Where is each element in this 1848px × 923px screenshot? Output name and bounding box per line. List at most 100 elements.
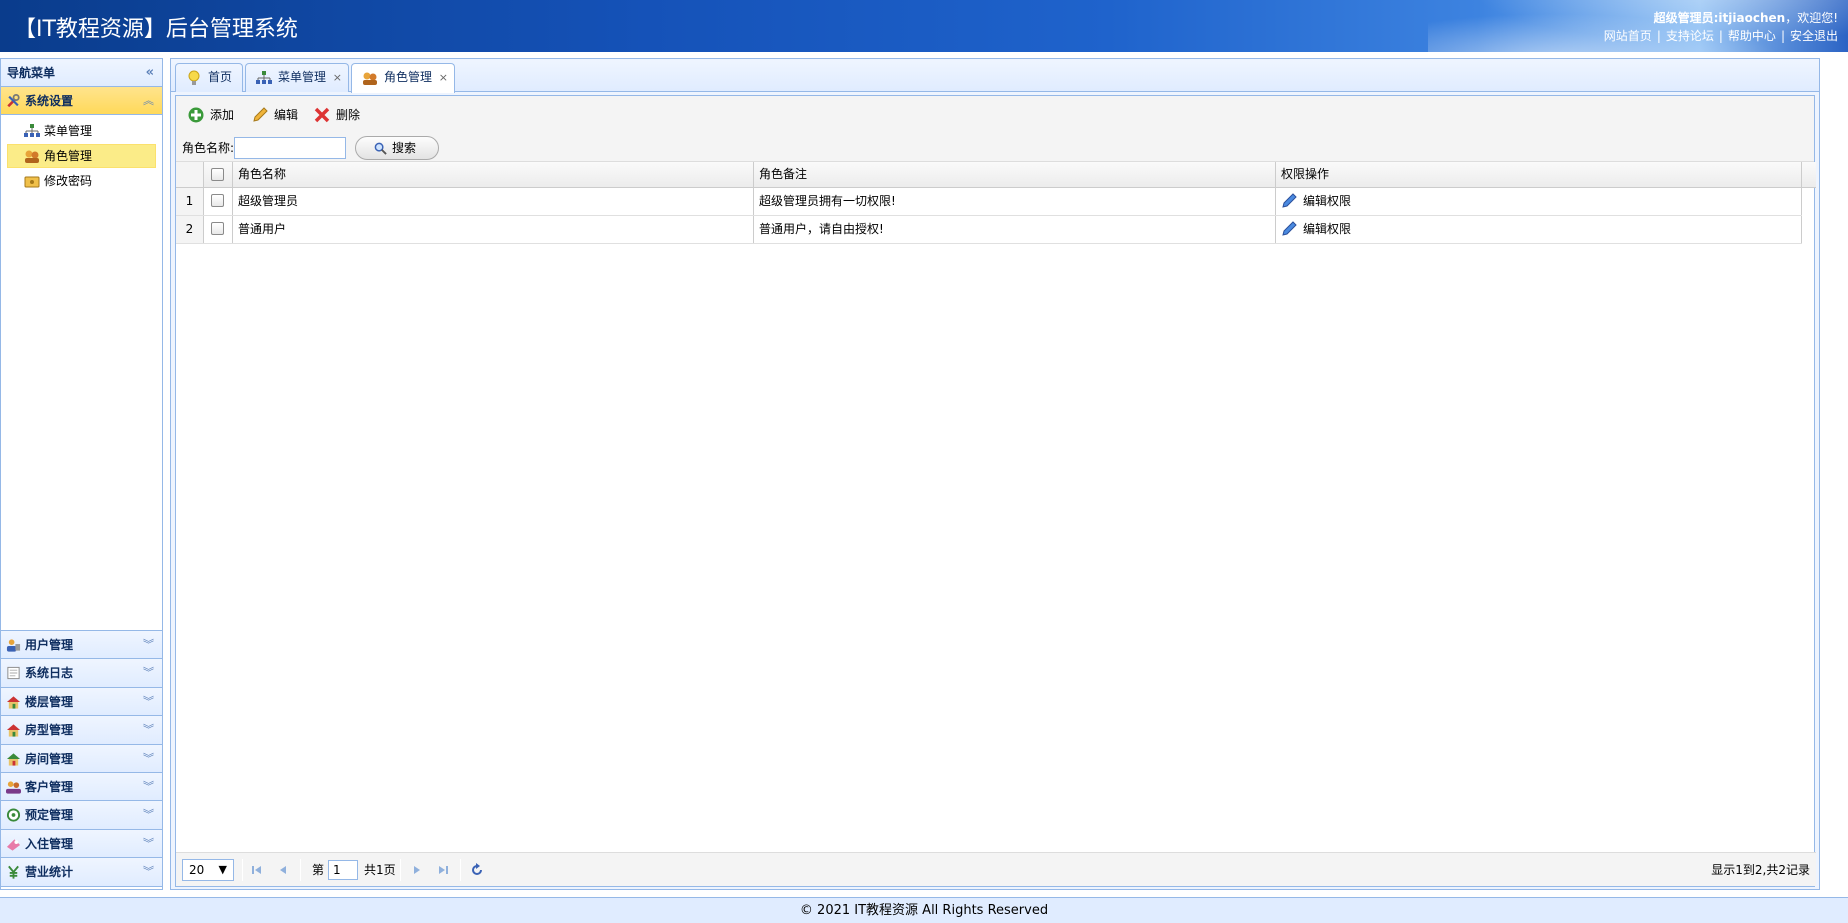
checkin-icon bbox=[6, 839, 21, 851]
tab-role-manage[interactable]: 角色管理 × bbox=[351, 63, 456, 93]
col-role-name[interactable]: 角色名称 bbox=[233, 162, 754, 187]
nav-section-checkin[interactable]: 入住管理 ︾ bbox=[1, 829, 162, 859]
nav-section-room-type[interactable]: 房型管理 ︾ bbox=[1, 716, 162, 745]
bulb-icon bbox=[188, 70, 200, 85]
main-panel: 首页 菜单管理 × 角色管理 × 添加 编辑 删除 角色名称: 搜索 角色名称 … bbox=[170, 58, 1820, 890]
cell-permission: 编辑权限 bbox=[1276, 188, 1802, 215]
cell-role-remark: 超级管理员拥有一切权限! bbox=[754, 188, 1276, 215]
chevron-down-icon: ︾ bbox=[143, 836, 154, 850]
rownum-header bbox=[176, 162, 204, 187]
page-prefix: 第 bbox=[312, 863, 325, 877]
row-checkbox[interactable] bbox=[211, 194, 224, 207]
app-title: 【IT教程资源】后台管理系统 bbox=[14, 17, 298, 42]
select-all-cell bbox=[204, 162, 233, 187]
nav-section-system[interactable]: 系统设置 ︽ bbox=[1, 87, 162, 115]
close-icon[interactable]: × bbox=[333, 64, 342, 91]
search-label: 角色名称: bbox=[182, 141, 235, 155]
delete-button[interactable]: 删除 bbox=[314, 104, 360, 126]
nav-section-room[interactable]: 房间管理 ︾ bbox=[1, 744, 162, 773]
toolbar: 添加 编辑 删除 角色名称: 搜索 bbox=[176, 96, 1814, 162]
house-icon bbox=[6, 696, 21, 709]
nav-section-floor[interactable]: 楼层管理 ︾ bbox=[1, 687, 162, 717]
nav-section-reserve[interactable]: 预定管理 ︾ bbox=[1, 801, 162, 830]
edit-permission-link[interactable]: 编辑权限 bbox=[1281, 221, 1351, 236]
last-page-icon[interactable] bbox=[434, 861, 452, 879]
nav-tree: 菜单管理 角色管理 修改密码 bbox=[1, 115, 162, 631]
col-role-remark[interactable]: 角色备注 bbox=[754, 162, 1276, 187]
tree-item-change-password[interactable]: 修改密码 bbox=[7, 169, 156, 193]
next-page-icon[interactable] bbox=[408, 861, 426, 879]
search-icon bbox=[374, 142, 387, 155]
row-number: 1 bbox=[176, 188, 204, 215]
row-checkbox-cell bbox=[204, 216, 233, 243]
pencil-icon bbox=[253, 107, 268, 122]
chevron-down-icon: ︾ bbox=[143, 865, 154, 879]
cell-permission: 编辑权限 bbox=[1276, 216, 1802, 243]
edit-button[interactable]: 编辑 bbox=[252, 104, 298, 126]
chevron-down-icon: ︾ bbox=[143, 638, 154, 651]
header-user-area: 超级管理员:itjiaochen，欢迎您! 网站首页 | 支持论坛 | 帮助中心 | 安全退… bbox=[1604, 9, 1838, 45]
cell-role-name: 超级管理员 bbox=[233, 188, 754, 215]
row-checkbox-cell bbox=[204, 188, 233, 215]
add-icon bbox=[188, 107, 204, 123]
tab-home[interactable]: 首页 bbox=[175, 63, 244, 92]
chevron-down-icon: ︾ bbox=[143, 751, 154, 765]
nav-title: 导航菜单 « bbox=[1, 59, 162, 87]
nav-section-list: 用户管理 ︾ 系统日志 ︾ 楼层管理 ︾ 房型管理 ︾ 房间管理 ︾ 客户管理 ︾ 预定管理… bbox=[1, 631, 162, 887]
app-header: 【IT教程资源】后台管理系统 超级管理员:itjiaochen，欢迎您! 网站首… bbox=[0, 0, 1848, 52]
nav-section-user[interactable]: 用户管理 ︾ bbox=[1, 631, 162, 660]
user-icon bbox=[6, 639, 21, 652]
select-all-checkbox[interactable] bbox=[211, 168, 224, 181]
tab-bar: 首页 菜单管理 × 角色管理 × bbox=[171, 59, 1819, 93]
current-page-input[interactable]: 1 bbox=[328, 860, 358, 880]
link-help[interactable]: 帮助中心 bbox=[1728, 29, 1776, 43]
tree-item-role-manage[interactable]: 角色管理 bbox=[7, 144, 156, 168]
cell-role-remark: 普通用户，请自由授权! bbox=[754, 216, 1276, 243]
row-checkbox[interactable] bbox=[211, 222, 224, 235]
link-forum[interactable]: 支持论坛 bbox=[1666, 29, 1714, 43]
table-row[interactable]: 1 超级管理员 超级管理员拥有一切权限! 编辑权限 bbox=[176, 188, 1802, 216]
prev-page-icon[interactable] bbox=[274, 861, 292, 879]
link-site-home[interactable]: 网站首页 bbox=[1604, 29, 1652, 43]
edit-permission-link[interactable]: 编辑权限 bbox=[1281, 193, 1351, 208]
search-button[interactable]: 搜索 bbox=[355, 136, 439, 160]
refresh-icon[interactable] bbox=[468, 861, 486, 879]
dropdown-arrow-icon: ▼ bbox=[218, 863, 227, 876]
page-total: 共1页 bbox=[364, 863, 396, 877]
password-icon bbox=[24, 176, 40, 188]
current-user: 超级管理员:itjiaochen bbox=[1653, 11, 1786, 25]
chevron-down-icon: ︾ bbox=[143, 666, 154, 680]
chevron-down-icon: ︾ bbox=[143, 694, 154, 708]
chevron-up-icon: ︽ bbox=[143, 94, 154, 107]
tools-icon bbox=[7, 94, 20, 108]
record-info: 显示1到2,共2记录 bbox=[1711, 863, 1810, 877]
yen-icon bbox=[8, 865, 19, 879]
nav-section-customer[interactable]: 客户管理 ︾ bbox=[1, 772, 162, 802]
cell-role-name: 普通用户 bbox=[233, 216, 754, 243]
nav-section-stats[interactable]: 营业统计 ︾ bbox=[1, 858, 162, 887]
page-size-select[interactable]: 20 ▼ bbox=[182, 859, 234, 881]
role-name-input[interactable] bbox=[234, 137, 347, 159]
row-number: 2 bbox=[176, 216, 204, 243]
role-icon bbox=[25, 150, 39, 163]
nav-section-log[interactable]: 系统日志 ︾ bbox=[1, 659, 162, 688]
collapse-left-icon[interactable]: « bbox=[146, 59, 154, 87]
sitemap-icon bbox=[24, 124, 40, 137]
grid-header: 角色名称 角色备注 权限操作 bbox=[176, 162, 1816, 188]
chevron-down-icon: ︾ bbox=[143, 723, 154, 737]
nav-panel: 导航菜单 « 系统设置 ︽ 菜单管理 角色管理 修改密码 用户管理 ︾ 系统日志 ︾ bbox=[0, 58, 163, 890]
chevron-down-icon: ︾ bbox=[143, 808, 154, 822]
header-links: 网站首页 | 支持论坛 | 帮助中心 | 安全退出 bbox=[1603, 29, 1838, 43]
table-row[interactable]: 2 普通用户 普通用户，请自由授权! 编辑权限 bbox=[176, 216, 1802, 244]
sitemap-icon bbox=[256, 71, 272, 84]
tab-menu-manage[interactable]: 菜单管理 × bbox=[245, 63, 350, 92]
link-logout[interactable]: 安全退出 bbox=[1790, 29, 1838, 43]
pencil-icon bbox=[1282, 193, 1297, 208]
close-icon[interactable]: × bbox=[439, 64, 448, 91]
col-permission[interactable]: 权限操作 bbox=[1276, 162, 1802, 187]
first-page-icon[interactable] bbox=[248, 861, 266, 879]
customer-icon bbox=[6, 781, 21, 794]
pagination-bar: 20 ▼ 第 1 共1页 显示1到2,共2记录 bbox=[176, 852, 1816, 886]
add-button[interactable]: 添加 bbox=[188, 104, 234, 126]
tree-item-menu-manage[interactable]: 菜单管理 bbox=[7, 119, 156, 143]
